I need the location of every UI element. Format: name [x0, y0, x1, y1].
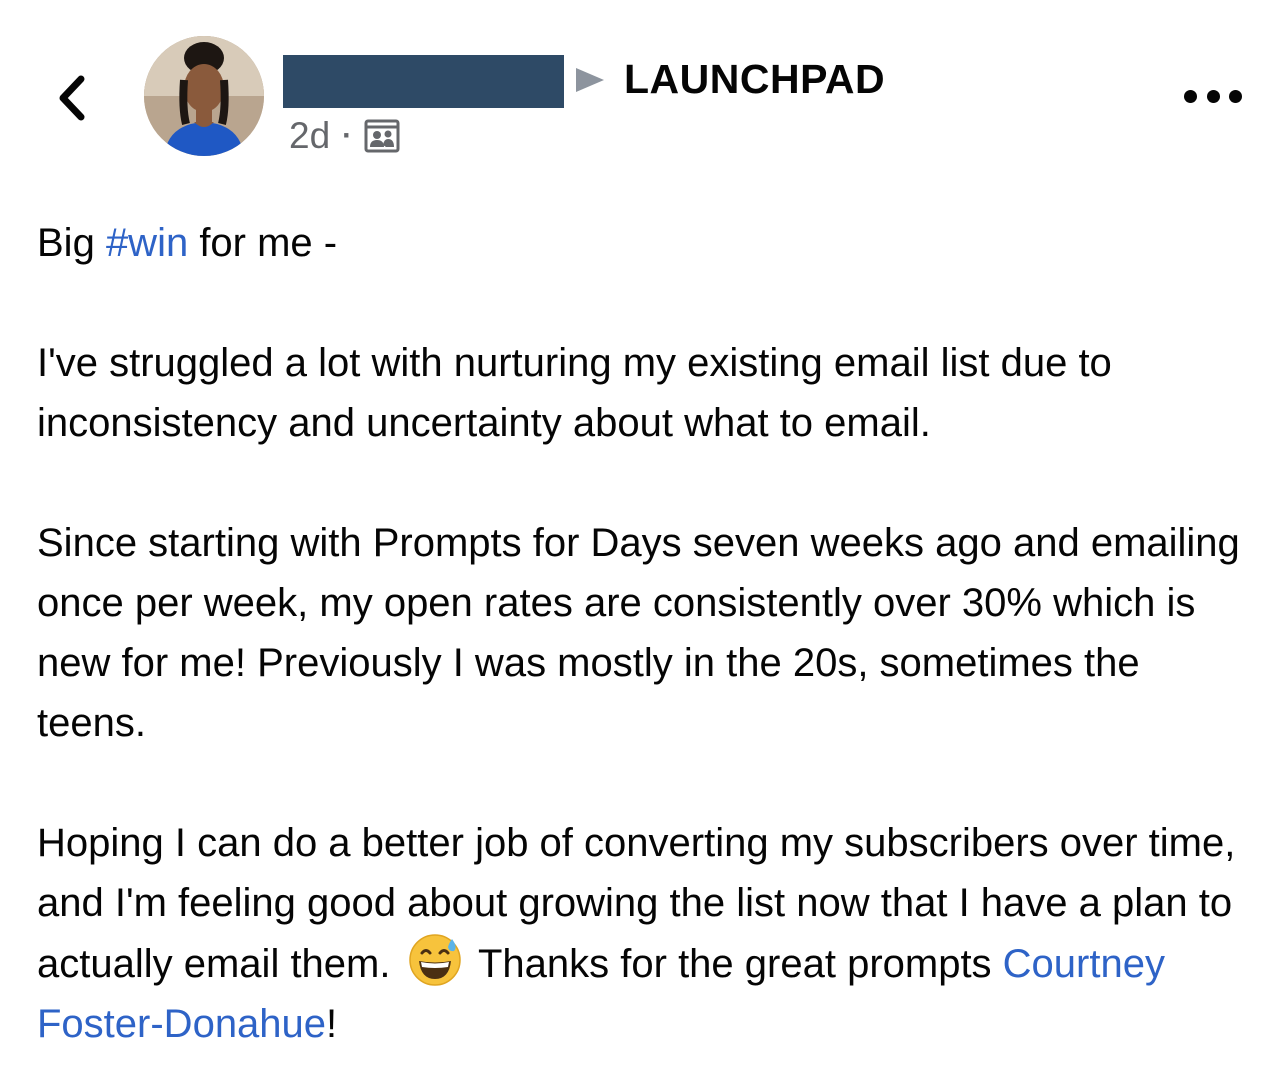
post-text: Thanks for the great prompts: [467, 942, 1003, 986]
hashtag-link[interactable]: #win: [106, 221, 188, 265]
profile-photo-icon: [144, 36, 264, 156]
avatar[interactable]: [144, 36, 264, 156]
group-name-link[interactable]: LAUNCHPAD: [624, 56, 885, 102]
post-paragraph-3: Since starting with Prompts for Days sev…: [37, 521, 1240, 745]
author-name-redacted[interactable]: [283, 55, 564, 108]
post-body: Big #win for me - I've struggled a lot w…: [37, 213, 1257, 1054]
back-button[interactable]: [50, 70, 94, 126]
group-members-icon[interactable]: [364, 118, 400, 154]
post-text: Big: [37, 221, 106, 265]
post-paragraph-2: I've struggled a lot with nurturing my e…: [37, 341, 1112, 445]
triangle-right-icon: [576, 68, 604, 92]
post-text: for me -: [188, 221, 338, 265]
more-dots-icon-dot: [1206, 89, 1220, 103]
chevron-left-icon: [59, 75, 85, 121]
more-options-button[interactable]: [1184, 80, 1242, 112]
grinning-face-with-sweat-emoji-icon: [408, 934, 461, 986]
more-dots-icon-dot: [1229, 89, 1242, 103]
post-timestamp[interactable]: 2d: [289, 115, 330, 157]
post-paragraph-4: Hoping I can do a better job of converti…: [37, 813, 1257, 1054]
meta-separator: ·: [342, 119, 353, 152]
more-dots-icon: [1184, 89, 1197, 103]
post-meta: 2d ·: [289, 113, 400, 159]
post-text: !: [326, 1002, 338, 1046]
post-paragraph-1: Big #win for me -: [37, 213, 1257, 273]
